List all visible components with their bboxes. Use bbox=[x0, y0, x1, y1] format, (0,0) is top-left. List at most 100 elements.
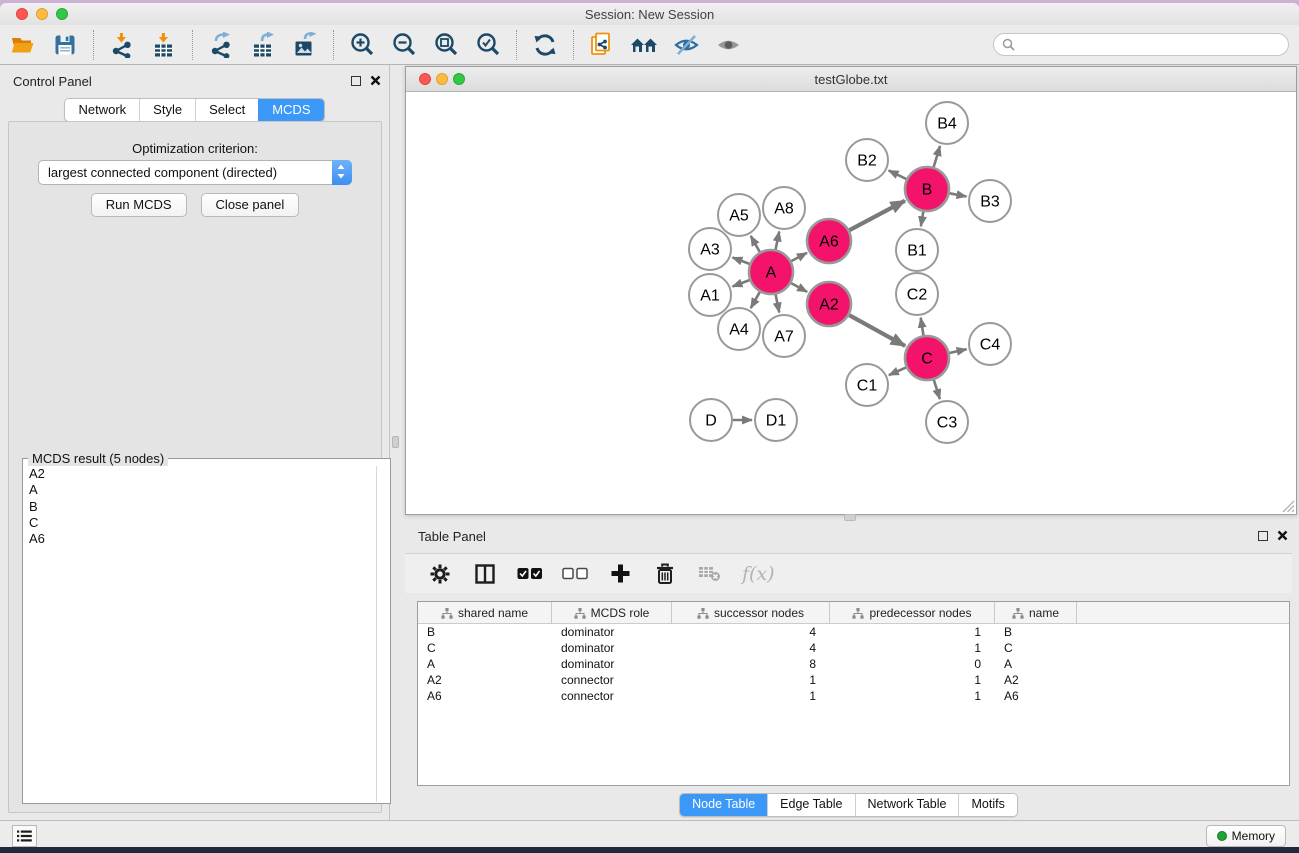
result-item[interactable]: A2 bbox=[24, 466, 376, 482]
column-header-predecessor-nodes[interactable]: predecessor nodes bbox=[830, 602, 995, 624]
result-item[interactable]: B bbox=[24, 499, 376, 515]
table-cell[interactable]: dominator bbox=[552, 656, 672, 672]
table-cell[interactable]: 8 bbox=[672, 656, 830, 672]
graph-edge-A-A4[interactable] bbox=[751, 292, 760, 308]
run-mcds-button[interactable]: Run MCDS bbox=[91, 193, 187, 217]
table-cell[interactable]: A6 bbox=[418, 688, 552, 704]
tab-mcds[interactable]: MCDS bbox=[258, 99, 323, 121]
graph-node-C1[interactable]: C1 bbox=[846, 364, 888, 406]
tab-network[interactable]: Network bbox=[65, 99, 139, 121]
column-header-successor-nodes[interactable]: successor nodes bbox=[672, 602, 830, 624]
graph-node-C2[interactable]: C2 bbox=[896, 273, 938, 315]
graph-edge-B-B1[interactable] bbox=[921, 212, 923, 227]
tab-network-table[interactable]: Network Table bbox=[855, 794, 959, 816]
graph-edge-B-B4[interactable] bbox=[934, 146, 940, 167]
deselect-all-icon[interactable] bbox=[562, 561, 588, 587]
first-neighbors-icon[interactable] bbox=[627, 28, 661, 62]
table-cell[interactable]: C bbox=[418, 640, 552, 656]
table-cell[interactable]: 1 bbox=[830, 688, 995, 704]
zoom-selected-icon[interactable] bbox=[471, 28, 505, 62]
table-cell[interactable]: B bbox=[995, 624, 1077, 640]
zoom-in-icon[interactable] bbox=[345, 28, 379, 62]
table-cell[interactable]: 0 bbox=[830, 656, 995, 672]
table-cell[interactable]: connector bbox=[552, 672, 672, 688]
table-cell[interactable]: 1 bbox=[830, 672, 995, 688]
column-header-shared-name[interactable]: shared name bbox=[418, 602, 552, 624]
graph-node-A8[interactable]: A8 bbox=[763, 187, 805, 229]
table-cell[interactable]: 1 bbox=[830, 624, 995, 640]
window-resize-grip[interactable] bbox=[1281, 499, 1295, 513]
export-network-icon[interactable] bbox=[204, 28, 238, 62]
table-row[interactable]: A2connector11A2 bbox=[418, 672, 1289, 688]
table-cell[interactable]: 1 bbox=[672, 688, 830, 704]
select-all-icon[interactable] bbox=[517, 561, 543, 587]
graph-edge-A-A6[interactable] bbox=[791, 253, 807, 261]
result-scrollbar[interactable] bbox=[376, 466, 389, 802]
tab-motifs[interactable]: Motifs bbox=[958, 794, 1016, 816]
save-session-icon[interactable] bbox=[48, 28, 82, 62]
table-cell[interactable]: 1 bbox=[830, 640, 995, 656]
graph-edge-A-A3[interactable] bbox=[732, 257, 749, 263]
close-panel-button[interactable]: Close panel bbox=[201, 193, 300, 217]
graph-node-C3[interactable]: C3 bbox=[926, 401, 968, 443]
table-cell[interactable]: 4 bbox=[672, 640, 830, 656]
hide-selected-icon[interactable] bbox=[669, 28, 703, 62]
table-cell[interactable]: 4 bbox=[672, 624, 830, 640]
graph-node-B4[interactable]: B4 bbox=[926, 102, 968, 144]
graph-node-A3[interactable]: A3 bbox=[689, 228, 731, 270]
show-all-icon[interactable] bbox=[711, 28, 745, 62]
close-panel-icon[interactable] bbox=[370, 75, 381, 86]
tab-node-table[interactable]: Node Table bbox=[680, 794, 767, 816]
graph-edge-C-C1[interactable] bbox=[889, 367, 906, 375]
network-from-selection-icon[interactable] bbox=[585, 28, 619, 62]
table-cell[interactable]: connector bbox=[552, 688, 672, 704]
table-cell[interactable]: C bbox=[995, 640, 1077, 656]
graph-edge-A-A5[interactable] bbox=[751, 236, 760, 252]
zoom-fit-icon[interactable] bbox=[429, 28, 463, 62]
graph-edge-A-A1[interactable] bbox=[732, 280, 749, 286]
graph-edge-B-B3[interactable] bbox=[950, 193, 967, 196]
graph-node-A5[interactable]: A5 bbox=[718, 194, 760, 236]
graph-node-A1[interactable]: A1 bbox=[689, 274, 731, 316]
import-network-icon[interactable] bbox=[105, 28, 139, 62]
export-table-icon[interactable] bbox=[246, 28, 280, 62]
table-cell[interactable]: A bbox=[418, 656, 552, 672]
search-input[interactable] bbox=[1020, 35, 1280, 54]
zoom-out-icon[interactable] bbox=[387, 28, 421, 62]
graph-edge-C-C2[interactable] bbox=[921, 318, 924, 336]
graph-node-D[interactable]: D bbox=[690, 399, 732, 441]
float-table-panel-icon[interactable] bbox=[1258, 531, 1268, 541]
graph-node-A7[interactable]: A7 bbox=[763, 315, 805, 357]
graph-node-B[interactable]: B bbox=[905, 167, 949, 211]
graph-edge-A-A2[interactable] bbox=[791, 283, 807, 292]
graph-edge-C-C4[interactable] bbox=[949, 349, 966, 353]
panel-columns-icon[interactable] bbox=[472, 561, 498, 587]
optimization-select[interactable]: largest connected component (directed) bbox=[38, 160, 352, 185]
column-header-MCDS-role[interactable]: MCDS role bbox=[552, 602, 672, 624]
graph-node-B1[interactable]: B1 bbox=[896, 229, 938, 271]
graph-node-A2[interactable]: A2 bbox=[807, 282, 851, 326]
result-item[interactable]: A6 bbox=[24, 531, 376, 547]
table-cell[interactable]: dominator bbox=[552, 640, 672, 656]
export-image-icon[interactable] bbox=[288, 28, 322, 62]
tab-select[interactable]: Select bbox=[195, 99, 258, 121]
log-console-button[interactable] bbox=[12, 825, 37, 847]
table-cell[interactable]: A6 bbox=[995, 688, 1077, 704]
function-builder-icon[interactable]: f(x) bbox=[742, 563, 775, 585]
delete-column-icon[interactable] bbox=[652, 561, 678, 587]
graph-node-C[interactable]: C bbox=[905, 336, 949, 380]
table-cell[interactable]: B bbox=[418, 624, 552, 640]
network-canvas[interactable]: B4B2BB3A5A8A6A3AB1A1C2A2A4A7CC4C1C3DD1 bbox=[406, 92, 1296, 514]
graph-edge-A-A8[interactable] bbox=[776, 232, 780, 250]
result-item[interactable]: C bbox=[24, 515, 376, 531]
apply-layout-icon[interactable] bbox=[528, 28, 562, 62]
table-row[interactable]: Bdominator41B bbox=[418, 624, 1289, 640]
graph-edge-B-B2[interactable] bbox=[889, 170, 907, 179]
float-panel-icon[interactable] bbox=[351, 76, 361, 86]
table-settings-icon[interactable] bbox=[427, 561, 453, 587]
mcds-result-list[interactable]: A2ABCA6 bbox=[24, 466, 376, 802]
open-session-icon[interactable] bbox=[6, 28, 40, 62]
tab-edge-table[interactable]: Edge Table bbox=[767, 794, 854, 816]
table-cell[interactable]: A2 bbox=[995, 672, 1077, 688]
horizontal-split-handle[interactable] bbox=[844, 514, 856, 521]
